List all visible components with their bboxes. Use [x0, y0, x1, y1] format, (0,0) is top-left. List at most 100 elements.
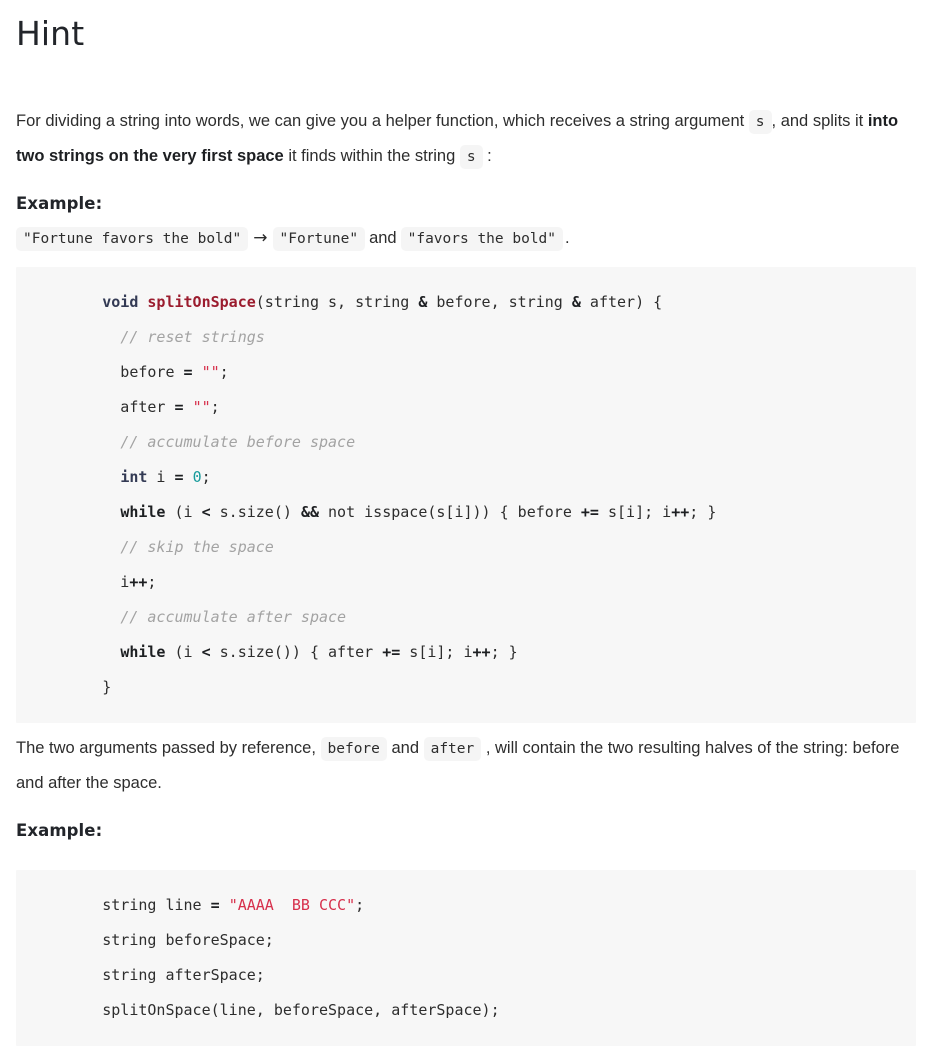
code-line: // accumulate before space — [30, 425, 902, 460]
example-heading-1: Example: — [16, 193, 103, 213]
code-token-op: += — [580, 502, 599, 521]
intro-text-part1: For dividing a string into words, we can… — [16, 111, 749, 130]
code-token-op: += — [382, 642, 401, 661]
code-token-pl: before, string — [427, 292, 572, 311]
hint-page: Hint For dividing a string into words, w… — [0, 0, 932, 1046]
code-token-kw: int — [120, 467, 148, 486]
code-token-cmt: // reset strings — [120, 327, 265, 346]
code-token-pl: splitOnSpace(line, beforeSpace, afterSpa… — [30, 1000, 500, 1019]
code-token-pl: ; } — [490, 642, 518, 661]
code-token-pl: string line — [30, 895, 211, 914]
code-token-str: "" — [192, 397, 211, 416]
code-token-op: = — [174, 467, 184, 486]
code-token-str: "AAAA BB CCC" — [228, 895, 356, 914]
code-token-pl: ; — [219, 362, 229, 381]
code-line: void splitOnSpace(string s, string & bef… — [30, 285, 902, 320]
code-token-pl: } — [30, 677, 112, 696]
code-token-pl: before — [30, 362, 184, 381]
code-token-pl: string beforeSpace; — [30, 930, 274, 949]
code-token-cmt: // accumulate after space — [120, 607, 347, 626]
code-token-pl: i — [147, 467, 175, 486]
code-token-pl: not isspace(s[i])) { before — [319, 502, 581, 521]
code-token-cmt: // accumulate before space — [120, 432, 356, 451]
code-block-splitonspace: void splitOnSpace(string s, string & bef… — [16, 266, 916, 723]
example-period: . — [565, 228, 570, 247]
code-token-op: = — [210, 895, 220, 914]
intro-paragraph: For dividing a string into words, we can… — [16, 104, 916, 174]
code-token-pl: after — [30, 397, 175, 416]
code-line: } — [30, 670, 902, 705]
arrow-right-icon: → — [253, 227, 268, 248]
code-token-op: ++ — [129, 572, 148, 591]
code-token-pl: ; — [355, 895, 365, 914]
example-heading-2: Example: — [16, 820, 103, 840]
example-conjunction: and — [369, 228, 397, 247]
code-line: int i = 0; — [30, 460, 902, 495]
code-token-pl: s.size() — [210, 502, 301, 521]
page-title: Hint — [16, 14, 85, 53]
code-token-op: = — [183, 362, 193, 381]
code-line: // reset strings — [30, 320, 902, 355]
intro-text-part3: it finds within the string — [283, 146, 460, 165]
inline-code-chip-after: after — [423, 736, 482, 761]
code-token-pl: (string s, string — [255, 292, 419, 311]
code-line: splitOnSpace(line, beforeSpace, afterSpa… — [30, 993, 902, 1028]
code-token-pl: after) { — [580, 292, 663, 311]
code-token-ctl: while — [120, 642, 166, 661]
code-token-ctl: while — [120, 502, 166, 521]
code-line: while (i < s.size()) { after += s[i]; i+… — [30, 635, 902, 670]
code-token-op: = — [174, 397, 184, 416]
code-line: // accumulate after space — [30, 600, 902, 635]
code-token-op: < — [201, 502, 211, 521]
code-line: before = ""; — [30, 355, 902, 390]
example-output-before-chip: "Fortune" — [272, 226, 366, 251]
code-token-op: && — [300, 502, 319, 521]
code-token-kw: void — [102, 292, 139, 311]
code-line: string afterSpace; — [30, 958, 902, 993]
inline-code-chip-s-2: s — [459, 144, 483, 169]
code-line: i++; — [30, 565, 902, 600]
code-token-pl: ; — [201, 467, 211, 486]
code-line: string line = "AAAA BB CCC"; — [30, 888, 902, 923]
example-transformation-line: "Fortune favors the bold" → "Fortune" and "f… — [16, 221, 916, 255]
outro-paragraph: The two arguments passed by reference, b… — [16, 731, 916, 801]
code-line: after = ""; — [30, 390, 902, 425]
code-token-cmt: // skip the space — [120, 537, 274, 556]
code-token-pl: s[i]; i — [598, 502, 672, 521]
code-line: while (i < s.size() && not isspace(s[i])… — [30, 495, 902, 530]
code-token-op: < — [201, 642, 211, 661]
code-block-usage-example: string line = "AAAA BB CCC"; string befo… — [16, 869, 916, 1046]
example-input-chip: "Fortune favors the bold" — [16, 226, 249, 251]
code-token-pl: ; — [147, 572, 157, 591]
code-token-pl: s.size()) { after — [210, 642, 383, 661]
code-token-pl: string afterSpace; — [30, 965, 265, 984]
code-token-op: & — [571, 292, 581, 311]
code-token-pl: ; } — [689, 502, 717, 521]
inline-code-chip-s-1: s — [748, 109, 772, 134]
code-token-fn: splitOnSpace — [147, 292, 256, 311]
outro-text-part1: The two arguments passed by reference, — [16, 738, 321, 757]
code-token-pl: i — [30, 572, 130, 591]
code-token-num: 0 — [192, 467, 202, 486]
intro-text-part2: , and splits it — [771, 111, 868, 130]
intro-text-part4: : — [482, 146, 492, 165]
outro-text-part2: and — [386, 738, 424, 757]
code-token-str: "" — [201, 362, 220, 381]
code-token-pl: s[i]; i — [400, 642, 473, 661]
